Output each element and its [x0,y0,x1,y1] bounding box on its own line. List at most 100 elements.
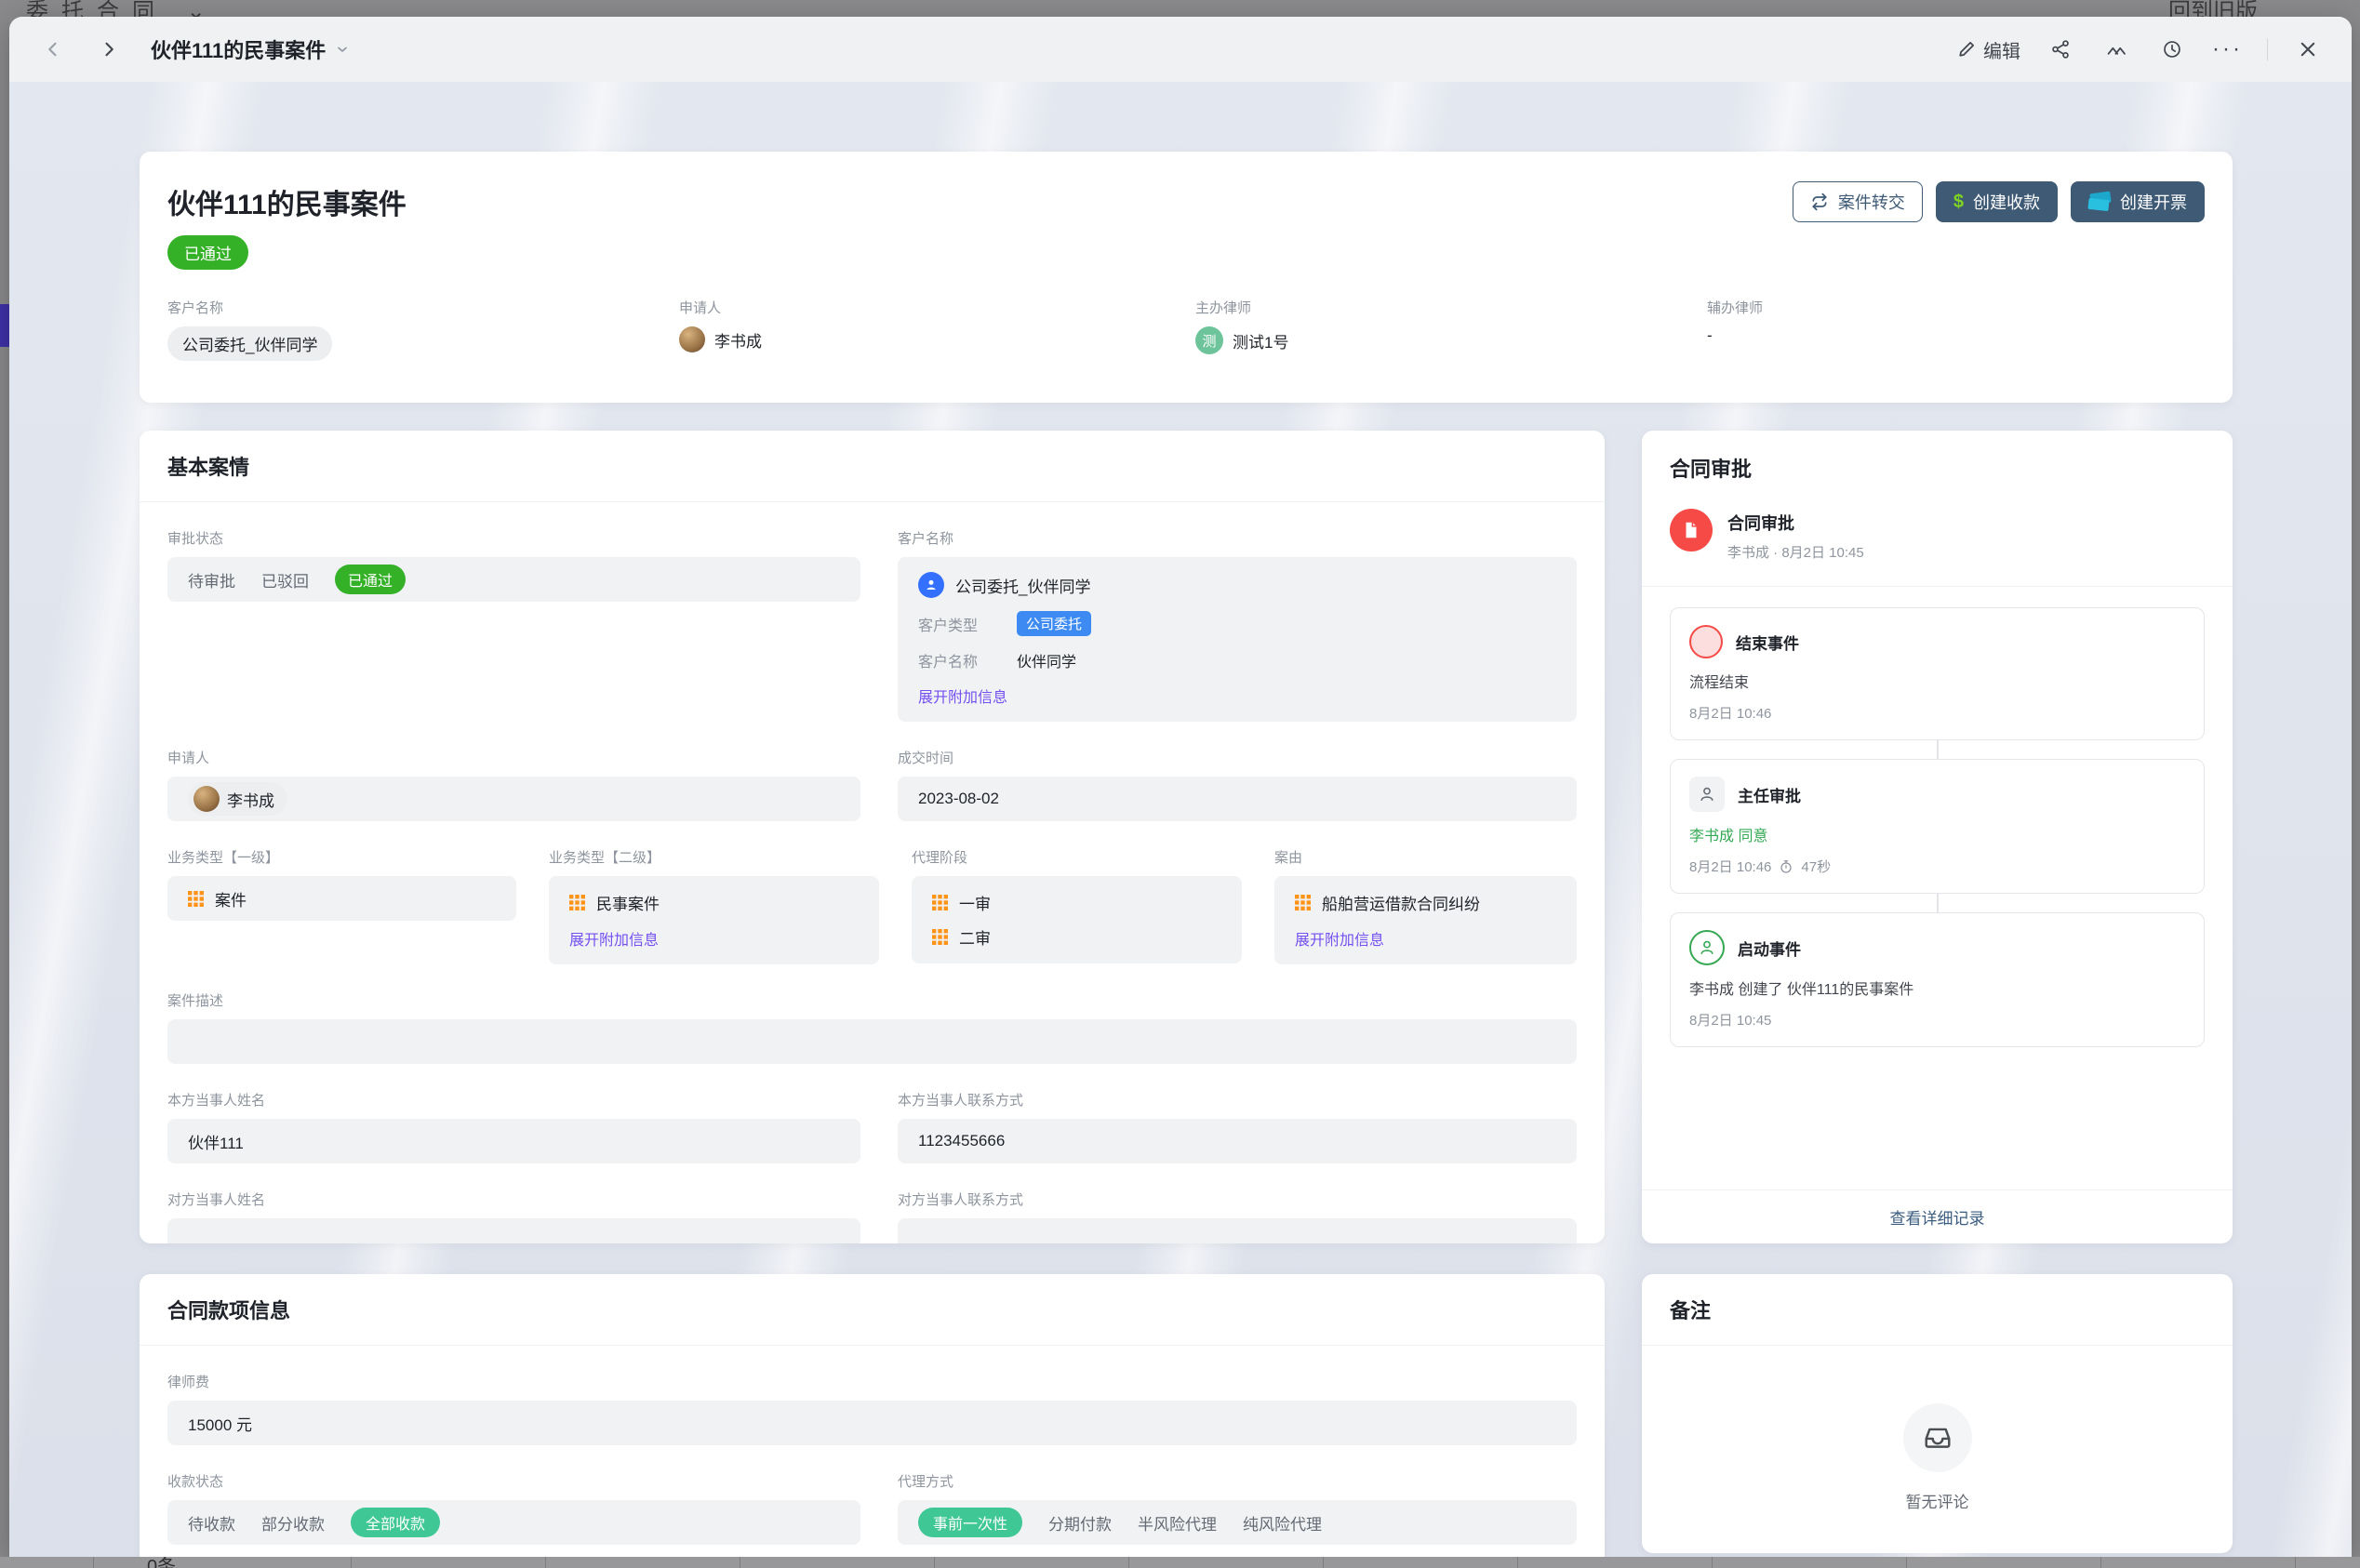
field-label: 成交时间 [898,748,1577,767]
modal-title-dropdown[interactable]: 伙伴111的民事案件 [151,34,350,64]
field-customer-detail: 客户名称 公司委托_伙伴同学 客户类型公司委托 客户名称伙伴同学 [898,528,1577,722]
modal-titlebar: 伙伴111的民事案件 编辑 ··· [9,17,2352,82]
nav-arrows [37,33,125,65]
stage-box: 一审 二审 [912,876,1242,963]
background-left-edge [0,17,9,1557]
grid-icon [932,895,948,910]
option-pending: 待审批 [188,568,235,591]
option-partial-receive: 部分收款 [261,1511,325,1535]
case-transfer-button[interactable]: 案件转交 [1793,181,1923,222]
applicant-name: 李书成 [714,328,762,352]
event-start[interactable]: 启动事件 李书成 创建了 伙伴111的民事案件 8月2日 10:45 [1670,912,2205,1047]
field-deal-date: 成交时间 2023-08-02 [898,748,1577,821]
edit-button[interactable]: 编辑 [1957,36,2020,63]
field-label: 对方当事人姓名 [167,1189,860,1209]
inbox-icon [1903,1403,1972,1472]
empty-state: 暂无评论 [1642,1403,2233,1512]
create-receipt-button[interactable]: $ 创建收款 [1936,181,2058,222]
view-detail-records-link[interactable]: 查看详细记录 [1642,1189,2233,1243]
follow-icon[interactable] [2100,33,2132,65]
biz-type1-box: 案件 [167,876,516,921]
option-approved-selected: 已通过 [335,565,406,594]
kv-key: 客户类型 [918,613,1007,635]
expand-info-link[interactable]: 展开附加信息 [569,927,659,950]
field-opp-contact: 对方当事人联系方式 [898,1189,1577,1243]
field-label: 律师费 [167,1372,1577,1391]
field-party-name: 本方当事人姓名 伙伴111 [167,1090,860,1163]
field-party-contact: 本方当事人联系方式 1123455666 [898,1090,1577,1163]
customer-tag[interactable]: 公司委托_伙伴同学 [167,326,332,361]
case-header-card: 伙伴111的民事案件 已通过 案件转交 $ 创建收款 创建开票 [140,152,2233,403]
opp-contact-box [898,1218,1577,1243]
field-label: 案件描述 [167,990,1577,1010]
dollar-icon: $ [1953,192,1964,213]
field-agency-mode: 代理方式 事前一次性 分期付款 半风险代理 纯风险代理 [898,1471,1577,1545]
field-label: 本方当事人姓名 [167,1090,860,1110]
status-badge: 已通过 [167,235,248,270]
customer-type-tag: 公司委托 [1017,611,1091,636]
kv-value: 伙伴同学 [1017,649,1076,671]
field-label: 收款状态 [167,1471,860,1491]
grid-icon [569,895,585,910]
create-invoice-button[interactable]: 创建开票 [2071,181,2205,222]
chevron-down-icon [335,42,350,57]
field-label: 主办律师 [1195,298,1707,317]
screen: 委托合同 ⌄ 回到旧版 伙伴111的民事案件 [0,0,2360,1568]
deal-date-box: 2023-08-02 [898,777,1577,821]
field-label: 代理阶段 [912,847,1242,867]
customer-detail-box: 公司委托_伙伴同学 客户类型公司委托 客户名称伙伴同学 展开附加信息 [898,557,1577,722]
more-menu-button[interactable]: ··· [2212,36,2243,62]
share-icon[interactable] [2045,33,2076,65]
stopwatch-icon [1779,859,1793,874]
opp-name-box [167,1218,860,1243]
cause-value: 船舶营运借款合同纠纷 [1322,891,1480,914]
event-desc: 流程结束 [1689,670,2185,692]
option-pure-risk: 纯风险代理 [1243,1511,1322,1535]
field-stage: 代理阶段 一审 二审 [912,847,1242,964]
payment-body: 律师费 15000 元 收款状态 待收款 部分收款 全部收款 [140,1346,1605,1557]
applicant-name: 李书成 [227,788,274,811]
biz-type1-value: 案件 [215,887,247,910]
avatar [679,326,705,352]
event-end[interactable]: 结束事件 流程结束 8月2日 10:46 [1670,607,2205,740]
forward-button[interactable] [93,33,125,65]
case-detail-modal: 伙伴111的民事案件 编辑 ··· [9,17,2352,1557]
event-duration: 47秒 [1801,857,1831,876]
titlebar-actions: 编辑 ··· [1957,33,2324,65]
field-lead-lawyer: 主办律师 测测试1号 [1195,298,1707,361]
applicant-chip: 李书成 [188,782,287,816]
field-label: 代理方式 [898,1471,1577,1491]
stage-value-2: 二审 [959,925,991,949]
event-desc: 李书成 创建了 伙伴111的民事案件 [1689,977,2185,999]
background-window-bottombar: 0条 [0,1557,2360,1568]
field-approval-status: 审批状态 待审批 已驳回 已通过 [167,528,860,722]
expand-info-link[interactable]: 展开附加信息 [1295,927,1384,950]
history-clock-icon[interactable] [2156,33,2188,65]
background-tab-label: 委托合同 ⌄ [26,0,219,17]
cause-box: 船舶营运借款合同纠纷 展开附加信息 [1274,876,1577,964]
field-label: 对方当事人联系方式 [898,1189,1577,1209]
close-icon[interactable] [2292,33,2324,65]
event-time: 8月2日 10:46 [1689,857,1771,876]
field-receive-status: 收款状态 待收款 部分收款 全部收款 [167,1471,860,1545]
biz-type2-value: 民事案件 [596,891,660,914]
field-applicant: 申请人 李书成 [679,298,1195,361]
approval-head-item[interactable]: 合同审批 李书成 · 8月2日 10:45 [1642,501,2233,586]
field-customer: 客户名称 公司委托_伙伴同学 [167,298,679,361]
expand-info-link[interactable]: 展开附加信息 [918,684,1007,707]
lead-lawyer-chip[interactable]: 测测试1号 [1195,326,1288,354]
event-manager-approval[interactable]: 主任审批 李书成 同意 8月2日 10:46 47秒 [1670,759,2205,894]
lawyer-fee-value: 15000 元 [188,1412,252,1435]
applicant-chip[interactable]: 李书成 [679,326,762,352]
customer-link[interactable]: 公司委托_伙伴同学 [955,574,1090,597]
modal-body: 伙伴111的民事案件 已通过 案件转交 $ 创建收款 创建开票 [9,82,2352,1557]
modal-title: 伙伴111的民事案件 [151,34,326,64]
back-button[interactable] [37,33,69,65]
indigo-indicator [0,304,9,347]
field-biz-type-1: 业务类型【一级】 案件 [167,847,516,964]
header-fields: 客户名称 公司委托_伙伴同学 申请人 李书成 主办律师 测测试1号 辅办律师 - [167,298,2205,361]
field-case-desc: 案件描述 [167,990,1577,1064]
basic-case-card: 基本案情 审批状态 待审批 已驳回 已通过 客户名称 [140,431,1605,1243]
grid-icon [188,891,204,907]
field-label: 业务类型【二级】 [549,847,879,867]
